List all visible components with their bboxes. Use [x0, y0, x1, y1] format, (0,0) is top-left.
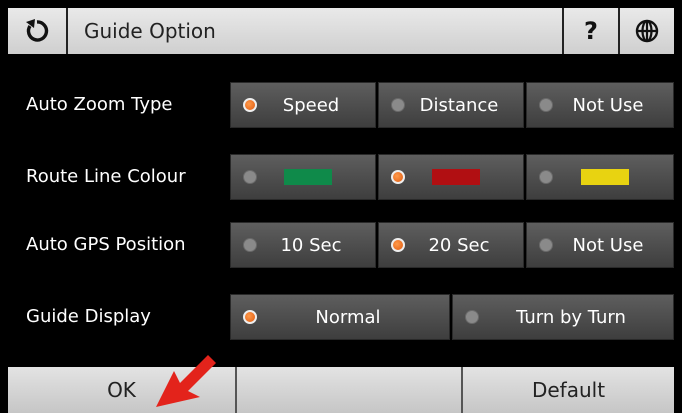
guide-display-label: Guide Display — [26, 306, 151, 327]
auto-zoom-distance-option[interactable]: Distance — [378, 82, 524, 128]
option-label: Turn by Turn — [516, 306, 626, 328]
back-button[interactable] — [8, 8, 68, 54]
auto-gps-row: Auto GPS Position 10 Sec 20 Sec Not Use — [8, 222, 674, 268]
globe-icon — [635, 19, 659, 43]
auto-zoom-speed-option[interactable]: Speed — [230, 82, 376, 128]
display-normal-option[interactable]: Normal — [230, 294, 450, 340]
red-arrow-pointer — [156, 355, 216, 407]
colour-green-option[interactable] — [230, 154, 376, 200]
auto-zoom-label: Auto Zoom Type — [26, 94, 173, 115]
radio-unselected — [391, 98, 405, 112]
help-button[interactable]: ? — [564, 8, 620, 54]
colour-yellow-option[interactable] — [526, 154, 674, 200]
radio-unselected — [243, 238, 257, 252]
radio-unselected — [539, 98, 553, 112]
header-bar: Guide Option ? — [8, 8, 674, 56]
radio-unselected — [539, 238, 553, 252]
gps-20sec-option[interactable]: 20 Sec — [378, 222, 524, 268]
route-line-colour-label: Route Line Colour — [26, 166, 186, 187]
route-line-colour-row: Route Line Colour — [8, 154, 674, 200]
display-turn-by-turn-option[interactable]: Turn by Turn — [452, 294, 674, 340]
yellow-swatch — [581, 169, 629, 185]
radio-unselected — [539, 170, 553, 184]
footer-bar: OK Default — [8, 365, 674, 413]
radio-unselected — [243, 170, 257, 184]
auto-gps-label: Auto GPS Position — [26, 234, 186, 255]
page-title: Guide Option — [68, 8, 564, 54]
refresh-back-icon — [26, 19, 49, 42]
green-swatch — [284, 169, 332, 185]
default-button[interactable]: Default — [463, 367, 674, 413]
gps-notuse-option[interactable]: Not Use — [526, 222, 674, 268]
language-button[interactable] — [620, 8, 674, 54]
option-label: Distance — [419, 94, 499, 116]
auto-zoom-notuse-option[interactable]: Not Use — [526, 82, 674, 128]
option-label: Normal — [315, 306, 381, 328]
radio-selected — [391, 170, 405, 184]
auto-zoom-row: Auto Zoom Type Speed Distance Not Use — [8, 82, 674, 128]
guide-option-screen: Guide Option ? Auto Zoom Type Speed Dist… — [8, 8, 674, 413]
guide-display-row: Guide Display Normal Turn by Turn — [8, 294, 674, 340]
empty-footer-button[interactable] — [237, 367, 463, 413]
option-label: Not Use — [572, 94, 644, 116]
option-label: 10 Sec — [280, 234, 342, 256]
colour-red-option[interactable] — [378, 154, 524, 200]
radio-selected — [391, 238, 405, 252]
radio-unselected — [465, 310, 479, 324]
red-swatch — [432, 169, 480, 185]
gps-10sec-option[interactable]: 10 Sec — [230, 222, 376, 268]
option-label: 20 Sec — [428, 234, 490, 256]
radio-selected — [243, 310, 257, 324]
radio-selected — [243, 98, 257, 112]
option-label: Not Use — [572, 234, 644, 256]
option-label: Speed — [282, 94, 340, 116]
